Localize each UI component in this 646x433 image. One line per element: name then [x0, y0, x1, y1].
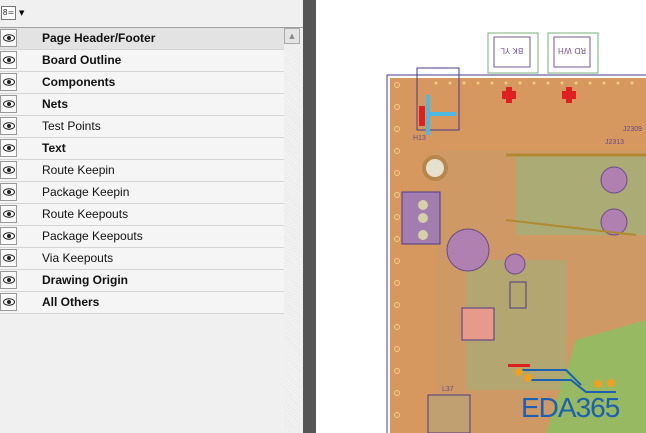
via — [462, 81, 466, 85]
pad — [566, 87, 572, 103]
layer-label: Package Keepin — [42, 185, 130, 199]
layer-row[interactable]: Package Keepin — [0, 182, 284, 204]
eye-visibility-icon[interactable] — [0, 249, 17, 267]
layer-label: Nets — [42, 97, 69, 111]
layer-label: Drawing Origin — [42, 273, 129, 287]
via — [546, 81, 550, 85]
eye-visibility-icon[interactable] — [0, 227, 17, 245]
via — [588, 81, 592, 85]
capacitor — [504, 253, 526, 275]
layer-label: All Others — [42, 295, 100, 309]
eye-visibility-icon[interactable] — [0, 205, 17, 223]
connector-label: BK YL — [500, 46, 523, 55]
eye-visibility-icon[interactable] — [0, 117, 17, 135]
panel-toolbar: 8= ▼ — [0, 0, 303, 28]
via — [602, 81, 606, 85]
layer-label: Via Keepouts — [42, 251, 114, 265]
ref-designator-label: J2313 — [605, 139, 624, 146]
eye-visibility-icon[interactable] — [0, 73, 17, 91]
pcb-board-view: BK YL RD WH H13 J2309 J2313 L37 — [386, 32, 646, 433]
capacitor — [600, 166, 628, 194]
list-options-button[interactable]: 8= ▼ — [1, 4, 27, 22]
layer-row[interactable]: Test Points — [0, 116, 284, 138]
watermark: EDA365 — [521, 392, 620, 423]
layer-row[interactable]: Route Keepin — [0, 160, 284, 182]
terminal — [418, 213, 428, 223]
via — [448, 81, 452, 85]
connector-label: RD WH — [558, 46, 586, 55]
via — [524, 374, 532, 382]
via — [616, 81, 620, 85]
layer-label: Test Points — [42, 119, 101, 133]
eye-visibility-icon[interactable] — [0, 51, 17, 69]
eye-visibility-icon[interactable] — [0, 139, 17, 157]
via — [560, 81, 564, 85]
ref-designator-label: J2309 — [623, 126, 642, 133]
via — [607, 379, 615, 387]
layer-row[interactable]: All Others — [0, 292, 284, 314]
layer-label: Package Keepouts — [42, 229, 143, 243]
vertical-scrollbar[interactable]: ▲ — [284, 28, 301, 433]
trace — [426, 112, 456, 116]
layer-row[interactable]: Drawing Origin — [0, 270, 284, 292]
ref-designator-label: H13 — [413, 135, 426, 142]
via — [574, 81, 578, 85]
layer-row[interactable]: Text — [0, 138, 284, 160]
eye-visibility-icon[interactable] — [0, 293, 17, 311]
trace — [508, 364, 530, 367]
layer-label: Components — [42, 75, 116, 89]
via — [504, 81, 508, 85]
layer-row[interactable]: Nets — [0, 94, 284, 116]
layer-label: Route Keepin — [42, 163, 115, 177]
terminal — [418, 200, 428, 210]
layer-list: Page Header/Footer Board Outline Component… — [0, 28, 284, 314]
via — [434, 81, 438, 85]
eye-visibility-icon[interactable] — [0, 95, 17, 113]
layer-row[interactable]: Page Header/Footer — [0, 28, 284, 50]
via — [630, 81, 634, 85]
eye-visibility-icon[interactable] — [0, 29, 17, 47]
pcb-canvas[interactable]: BK YL RD WH H13 J2309 J2313 L37 EDA365 — [316, 0, 646, 433]
layer-label: Route Keepouts — [42, 207, 129, 221]
layer-row[interactable]: Via Keepouts — [0, 248, 284, 270]
inductor — [427, 394, 471, 433]
eye-visibility-icon[interactable] — [0, 271, 17, 289]
scroll-up-button[interactable]: ▲ — [284, 28, 300, 44]
list-options-icon: 8= — [1, 6, 16, 20]
pad — [419, 106, 425, 126]
layer-row[interactable]: Package Keepouts — [0, 226, 284, 248]
dropdown-caret-icon: ▼ — [19, 9, 25, 17]
via — [476, 81, 480, 85]
layer-label: Text — [42, 141, 66, 155]
via — [594, 380, 602, 388]
via — [515, 368, 523, 376]
inductor — [461, 307, 495, 341]
layer-label: Page Header/Footer — [42, 31, 156, 45]
layer-row[interactable]: Route Keepouts — [0, 204, 284, 226]
layer-panel: 8= ▼ Page Header/Footer Board Outline Comp… — [0, 0, 303, 433]
terminal — [418, 230, 428, 240]
capacitor — [446, 228, 490, 272]
pad — [506, 87, 512, 103]
ref-designator-label: L37 — [442, 386, 454, 393]
mount-hole — [426, 159, 444, 177]
layer-row[interactable]: Components — [0, 72, 284, 94]
layer-label: Board Outline — [42, 53, 122, 67]
via — [532, 81, 536, 85]
panel-splitter[interactable] — [303, 0, 316, 433]
eye-visibility-icon[interactable] — [0, 161, 17, 179]
via — [490, 81, 494, 85]
eye-visibility-icon[interactable] — [0, 183, 17, 201]
via — [518, 81, 522, 85]
layer-row[interactable]: Board Outline — [0, 50, 284, 72]
